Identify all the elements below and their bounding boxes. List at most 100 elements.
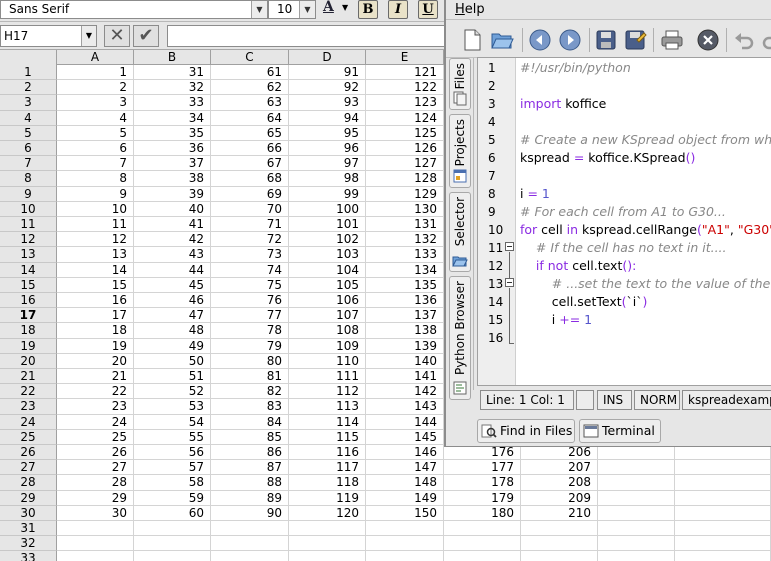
code-line[interactable]: kspread = koffice.KSpread()	[520, 149, 695, 167]
grid-cell[interactable]: 44	[134, 262, 211, 278]
grid-cell[interactable]	[366, 536, 444, 552]
row-header[interactable]: 8	[0, 171, 57, 187]
grid-cell[interactable]	[675, 505, 771, 521]
new-document-icon[interactable]	[460, 28, 484, 52]
grid-cell[interactable]: 106	[289, 293, 366, 309]
grid-cell[interactable]	[134, 551, 211, 561]
grid-cell[interactable]: 112	[289, 384, 366, 400]
save-as-icon[interactable]	[623, 28, 647, 52]
grid-cell[interactable]: 209	[521, 490, 598, 506]
column-header[interactable]: E	[366, 50, 444, 65]
grid-cell[interactable]: 69	[211, 186, 289, 202]
row-header[interactable]: 21	[0, 369, 57, 385]
grid-cell[interactable]	[134, 521, 211, 537]
grid-cell[interactable]: 149	[366, 490, 444, 506]
grid-cell[interactable]	[211, 551, 289, 561]
grid-cell[interactable]: 136	[366, 293, 444, 309]
grid-cell[interactable]: 13	[57, 247, 134, 263]
grid-cell[interactable]: 128	[366, 171, 444, 187]
grid-cell[interactable]: 133	[366, 247, 444, 263]
grid-cell[interactable]: 72	[211, 232, 289, 248]
grid-cell[interactable]: 79	[211, 338, 289, 354]
bold-button[interactable]: B	[358, 0, 378, 19]
grid-cell[interactable]: 123	[366, 95, 444, 111]
grid-cell[interactable]	[675, 536, 771, 552]
row-header[interactable]: 9	[0, 186, 57, 202]
row-header[interactable]: 12	[0, 232, 57, 248]
grid-cell[interactable]: 142	[366, 384, 444, 400]
grid-cell[interactable]: 37	[134, 156, 211, 172]
grid-cell[interactable]: 61	[211, 65, 289, 81]
grid-cell[interactable]: 103	[289, 247, 366, 263]
grid-cell[interactable]: 115	[289, 429, 366, 445]
row-header[interactable]: 31	[0, 521, 57, 537]
grid-cell[interactable]: 42	[134, 232, 211, 248]
row-header[interactable]: 19	[0, 338, 57, 354]
grid-cell[interactable]	[521, 521, 598, 537]
grid-cell[interactable]: 116	[289, 445, 366, 461]
select-all-corner[interactable]	[0, 50, 57, 65]
grid-cell[interactable]: 86	[211, 445, 289, 461]
row-header[interactable]: 23	[0, 399, 57, 415]
code-editor[interactable]: 1 2 3 4 5 6 7 8 9 10 11 12 13 14 15 16 #!/usr/bin/pytho…	[477, 57, 771, 386]
grid-cell[interactable]: 129	[366, 186, 444, 202]
grid-cell[interactable]: 81	[211, 369, 289, 385]
font-size-combo[interactable]: 10 ▼	[268, 0, 316, 19]
grid-cell[interactable]: 40	[134, 201, 211, 217]
grid-cell[interactable]: 6	[57, 141, 134, 157]
grid-cell[interactable]: 126	[366, 141, 444, 157]
fold-collapse-icon[interactable]	[505, 242, 514, 251]
grid-cell[interactable]: 56	[134, 445, 211, 461]
open-folder-icon[interactable]	[490, 28, 514, 52]
grid-cell[interactable]: 2	[57, 80, 134, 96]
row-header[interactable]: 18	[0, 323, 57, 339]
grid-cell[interactable]: 70	[211, 201, 289, 217]
row-header[interactable]: 1	[0, 65, 57, 81]
row-header[interactable]: 14	[0, 262, 57, 278]
grid-cell[interactable]: 132	[366, 232, 444, 248]
grid-cell[interactable]	[444, 551, 521, 561]
grid-cell[interactable]: 83	[211, 399, 289, 415]
grid-cell[interactable]: 95	[289, 125, 366, 141]
tab-projects[interactable]: Projects	[449, 114, 471, 188]
grid-cell[interactable]: 49	[134, 338, 211, 354]
grid-cell[interactable]	[366, 521, 444, 537]
grid-cell[interactable]: 60	[134, 505, 211, 521]
grid-cell[interactable]: 114	[289, 414, 366, 430]
row-header[interactable]: 26	[0, 445, 57, 461]
grid-cell[interactable]: 145	[366, 429, 444, 445]
grid-cell[interactable]: 46	[134, 293, 211, 309]
accept-edit-button[interactable]: ✔	[133, 25, 159, 47]
grid-cell[interactable]: 30	[57, 505, 134, 521]
grid-cell[interactable]: 109	[289, 338, 366, 354]
grid-cell[interactable]: 131	[366, 217, 444, 233]
print-icon[interactable]	[660, 28, 684, 52]
grid-cell[interactable]: 134	[366, 262, 444, 278]
grid-cell[interactable]: 176	[444, 445, 521, 461]
grid-cell[interactable]	[289, 536, 366, 552]
row-header[interactable]: 7	[0, 156, 57, 172]
grid-cell[interactable]: 9	[57, 186, 134, 202]
cancel-edit-button[interactable]: ✕	[104, 25, 130, 47]
grid-cell[interactable]: 36	[134, 141, 211, 157]
grid-cell[interactable]: 18	[57, 323, 134, 339]
grid-cell[interactable]: 92	[289, 80, 366, 96]
grid-cell[interactable]: 8	[57, 171, 134, 187]
tab-selector[interactable]: Selector	[449, 192, 471, 272]
grid-cell[interactable]: 77	[211, 308, 289, 324]
grid-cell[interactable]	[444, 521, 521, 537]
row-header[interactable]: 6	[0, 141, 57, 157]
grid-cell[interactable]: 135	[366, 277, 444, 293]
grid-cell[interactable]	[598, 490, 675, 506]
insert-mode-indicator[interactable]: INS	[597, 390, 632, 410]
grid-cell[interactable]: 28	[57, 475, 134, 491]
grid-cell[interactable]: 139	[366, 338, 444, 354]
grid-cell[interactable]: 121	[366, 65, 444, 81]
grid-cell[interactable]: 94	[289, 110, 366, 126]
tab-find-in-files[interactable]: Find in Files	[477, 419, 575, 443]
grid-cell[interactable]: 73	[211, 247, 289, 263]
grid-cell[interactable]: 88	[211, 475, 289, 491]
column-header[interactable]: A	[57, 50, 134, 65]
grid-cell[interactable]	[598, 460, 675, 476]
grid-cell[interactable]	[211, 521, 289, 537]
